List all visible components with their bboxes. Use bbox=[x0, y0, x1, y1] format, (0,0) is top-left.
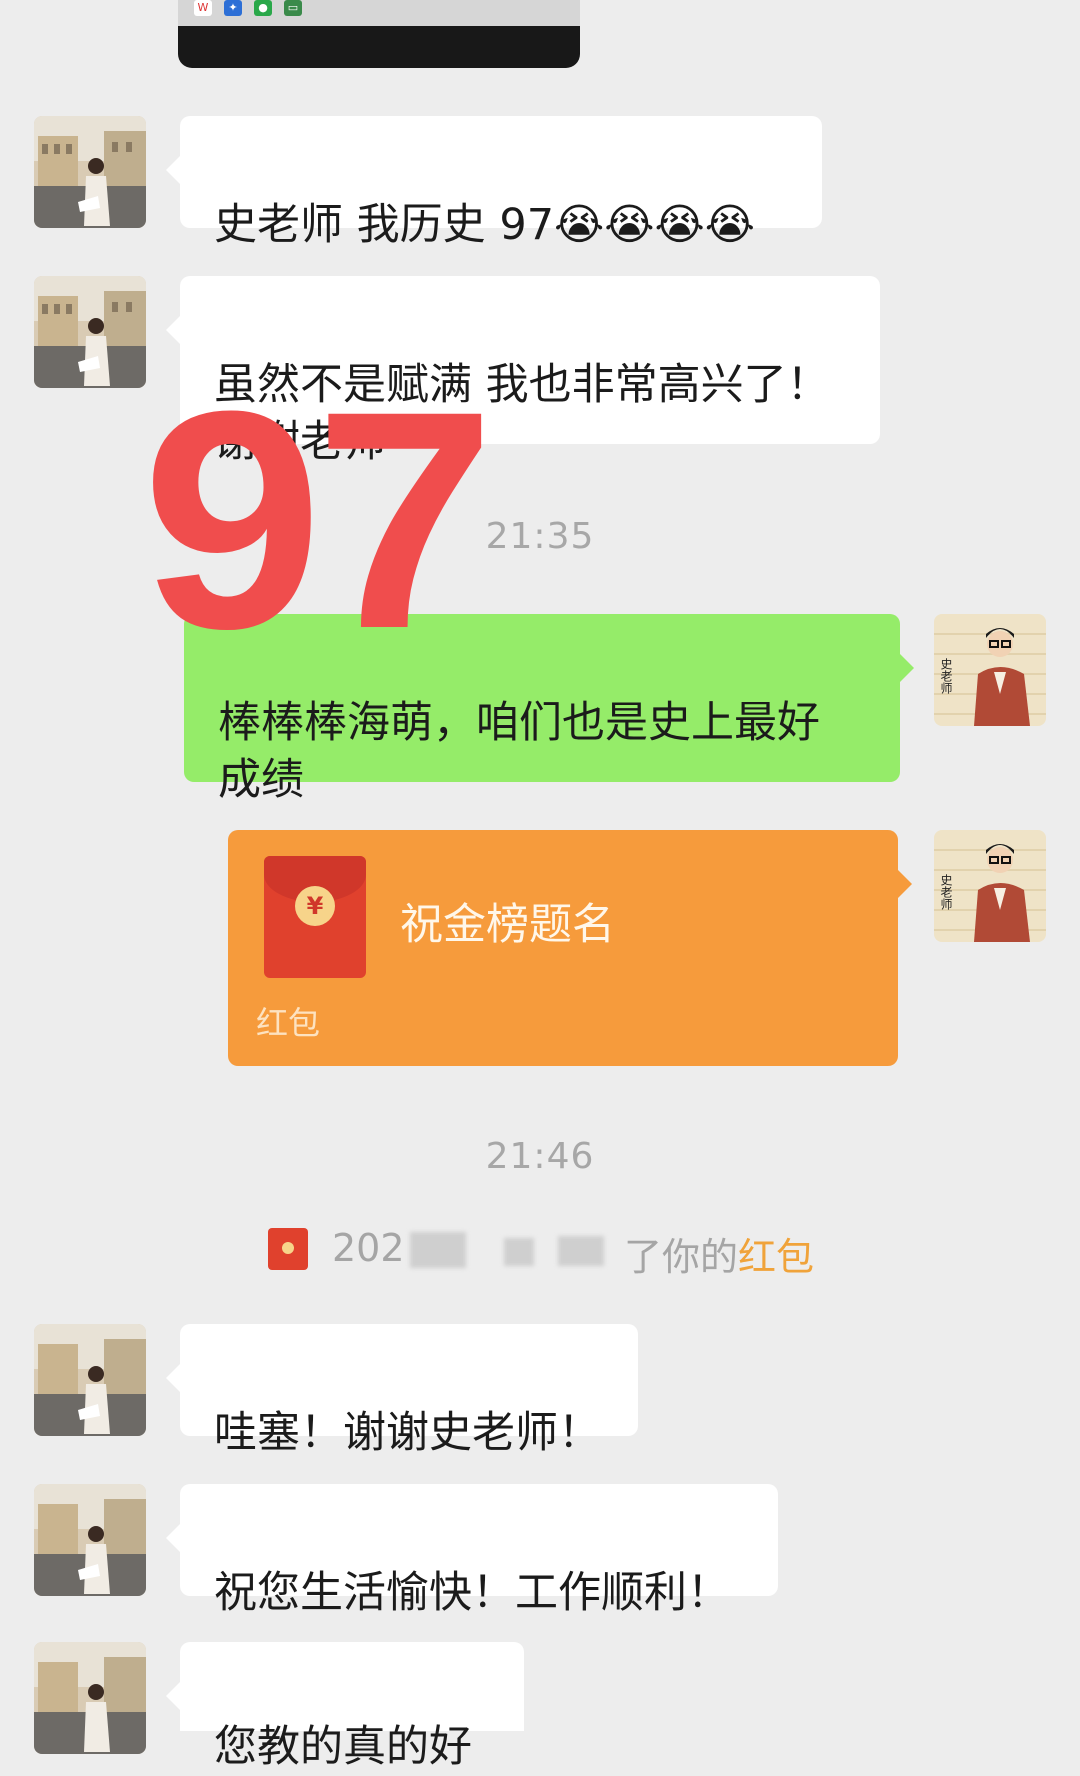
chat-bubble-student[interactable]: 您教的真的好 bbox=[166, 1642, 524, 1772]
monitor-icon: ▭ bbox=[284, 0, 302, 16]
red-packet-card[interactable]: ¥ 祝金榜题名 红包 bbox=[228, 830, 912, 1066]
timestamp: 21:46 bbox=[485, 1136, 595, 1177]
score-overlay-97: 97 bbox=[141, 346, 496, 693]
message-text: 史老师 我历史 97😭😭😭😭 bbox=[214, 200, 756, 250]
red-packet-label: 红包 bbox=[256, 1004, 321, 1042]
chat-bubble-student[interactable]: 哇塞！谢谢史老师！ bbox=[166, 1324, 638, 1458]
svg-text:史老师: 史老师 bbox=[939, 874, 953, 910]
notice-middle: 了你的 bbox=[624, 1235, 739, 1279]
blurred-name bbox=[504, 1238, 534, 1266]
chat-bubble-student[interactable]: 史老师 我历史 97😭😭😭😭 bbox=[166, 116, 822, 250]
student-avatar[interactable] bbox=[34, 276, 146, 388]
shared-screenshot-image[interactable]: W ✦ ● ▭ bbox=[178, 0, 580, 68]
chat-bubble-student[interactable]: 祝您生活愉快！工作顺利！ bbox=[166, 1484, 778, 1618]
screenshot-taskbar: W ✦ ● ▭ bbox=[178, 0, 580, 26]
message-text: 祝您生活愉快！工作顺利！ bbox=[214, 1568, 730, 1618]
message-text: 棒棒棒海萌，咱们也是史上最好 成绩 bbox=[218, 698, 820, 805]
wechat-icon: ● bbox=[254, 0, 272, 16]
blurred-name bbox=[410, 1232, 466, 1268]
student-avatar[interactable] bbox=[34, 1324, 146, 1436]
avatar-name-text: 史老师 bbox=[939, 658, 953, 694]
student-avatar[interactable] bbox=[34, 1484, 146, 1596]
red-packet-link[interactable]: 红包 bbox=[738, 1226, 814, 1281]
app-icon-blue: ✦ bbox=[224, 0, 242, 16]
teacher-avatar[interactable]: 史老师 bbox=[934, 614, 1046, 726]
red-packet-title: 祝金榜题名 bbox=[400, 900, 615, 950]
message-text: 您教的真的好 bbox=[214, 1722, 472, 1772]
message-text: 哇塞！谢谢史老师！ bbox=[214, 1408, 601, 1458]
red-packet-small-icon bbox=[268, 1228, 308, 1270]
notice-prefix: 202 bbox=[332, 1226, 405, 1270]
student-avatar[interactable] bbox=[34, 116, 146, 228]
red-envelope-icon: ¥ bbox=[264, 856, 366, 978]
blurred-name bbox=[558, 1236, 604, 1266]
teacher-avatar[interactable]: 史老师 bbox=[934, 830, 1046, 942]
coin-icon: ¥ bbox=[295, 886, 335, 926]
student-avatar[interactable] bbox=[34, 1642, 146, 1754]
wps-icon: W bbox=[194, 0, 212, 16]
